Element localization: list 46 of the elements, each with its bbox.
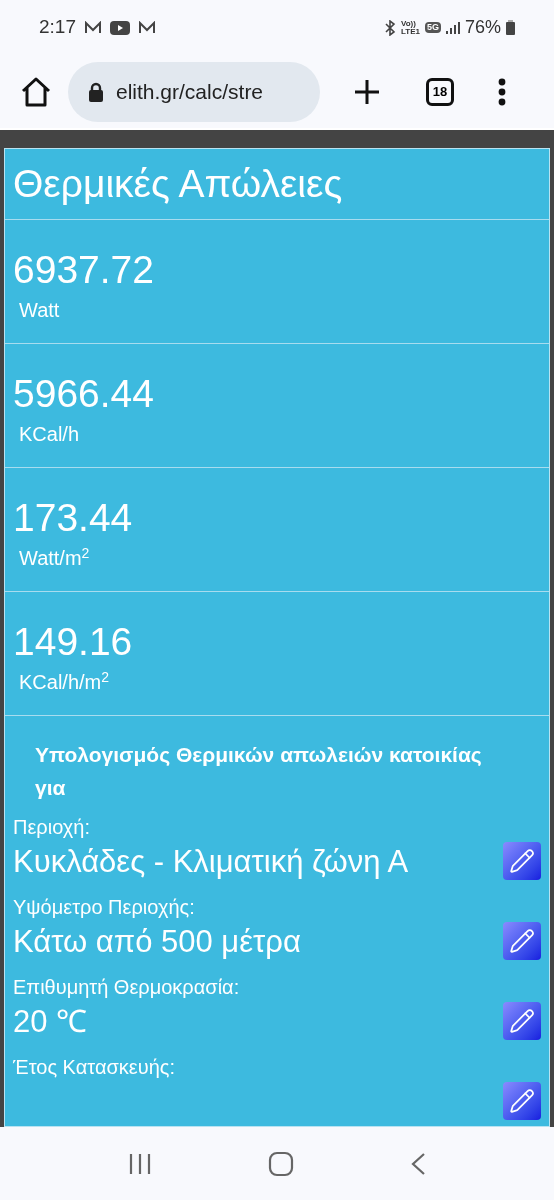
more-options-icon[interactable] <box>498 77 506 106</box>
page-title: Θερμικές Απώλειες <box>13 160 343 207</box>
result-value: 6937.72 <box>13 250 155 289</box>
mail-icon <box>138 20 156 35</box>
url-text: elith.gr/calc/stre <box>116 78 264 105</box>
network-badge: 5G <box>424 21 441 34</box>
parameter-value: Κάτω από 500 μέτρα <box>13 923 301 961</box>
parameter-label: Υψόμετρο Περιοχής: <box>13 895 196 920</box>
result-unit: KCal/h <box>19 422 81 447</box>
result-unit: KCal/h/m$^{2}$ <box>19 668 111 695</box>
edit-button[interactable] <box>503 1082 541 1120</box>
pencil-icon <box>509 1088 535 1114</box>
summary-heading: Υπολογισμός Θερμικών απωλειών κατοικίας για <box>34 742 483 801</box>
lock-icon <box>88 81 104 102</box>
signal-icon <box>445 20 460 35</box>
parameter-label: Έτος Κατασκευής: <box>13 1055 175 1080</box>
pencil-icon <box>509 848 535 874</box>
volte-label: Vo)) <box>401 19 416 28</box>
video-icon <box>110 20 130 35</box>
home-button-icon[interactable] <box>268 1150 294 1177</box>
result-unit: Watt <box>19 298 61 323</box>
plus-icon[interactable] <box>354 78 380 105</box>
battery-icon <box>506 20 515 35</box>
result-value: 173.44 <box>13 498 134 537</box>
battery-percentage: 76% <box>464 16 501 39</box>
bluetooth-icon <box>384 19 396 36</box>
parameter-label: Επιθυμητή Θερμοκρασία: <box>13 975 240 1000</box>
home-icon[interactable] <box>20 76 52 107</box>
result-value: 5966.44 <box>13 374 155 413</box>
result-unit: Watt/m$^{2}$ <box>19 544 91 571</box>
clock: 2:17 <box>39 15 76 40</box>
result-value: 149.16 <box>13 622 134 661</box>
parameter-label: Περιοχή: <box>13 815 91 840</box>
lte-label: LTE1 <box>401 27 420 36</box>
pencil-icon <box>509 1008 535 1034</box>
parameter-value: 20 ℃ <box>13 1003 89 1041</box>
edit-button[interactable] <box>503 842 541 880</box>
recent-apps-icon[interactable] <box>128 1151 152 1176</box>
mail-icon <box>84 20 102 35</box>
edit-button[interactable] <box>503 1002 541 1040</box>
address-bar[interactable]: elith.gr/calc/stre <box>68 61 320 122</box>
pencil-icon <box>509 928 535 954</box>
tab-count-button[interactable]: 18 <box>426 77 454 106</box>
back-icon[interactable] <box>410 1151 426 1176</box>
edit-button[interactable] <box>503 922 541 960</box>
parameter-value: Κυκλάδες - Κλιματική ζώνη Α <box>13 843 409 881</box>
